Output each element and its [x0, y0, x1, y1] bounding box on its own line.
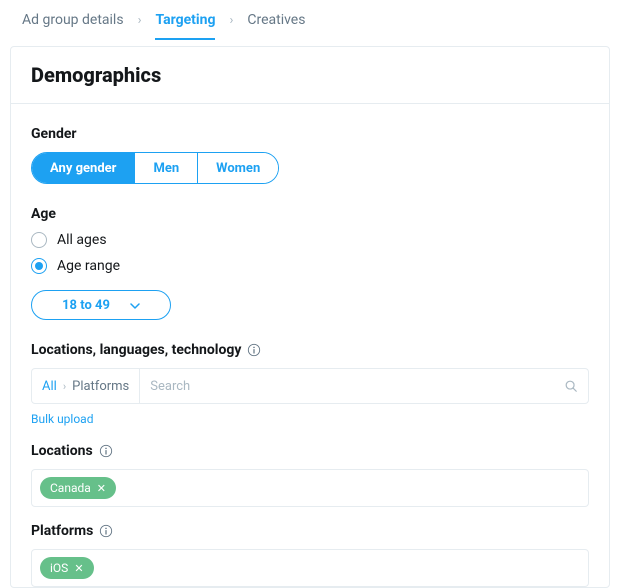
- chevron-down-icon: [130, 300, 140, 310]
- age-range-value: 18 to 49: [62, 298, 110, 313]
- platform-tag: iOS ✕: [40, 557, 94, 579]
- locations-label: Locations: [31, 443, 93, 459]
- llt-path[interactable]: All › Platforms: [32, 369, 140, 403]
- gender-option-any[interactable]: Any gender: [32, 153, 134, 183]
- age-option-all-ages[interactable]: All ages: [31, 232, 589, 248]
- platforms-label: Platforms: [31, 523, 93, 539]
- bulk-upload-link[interactable]: Bulk upload: [31, 412, 93, 426]
- radio-icon: [31, 258, 47, 274]
- llt-path-all: All: [42, 379, 57, 394]
- age-label: Age: [31, 206, 589, 222]
- gender-option-women[interactable]: Women: [197, 153, 278, 183]
- llt-path-platforms: Platforms: [72, 379, 129, 394]
- chevron-right-icon: ›: [63, 380, 66, 393]
- page-title: Demographics: [31, 63, 589, 87]
- radio-icon: [31, 232, 47, 248]
- gender-section: Gender Any gender Men Women: [31, 126, 589, 184]
- location-tag: Canada ✕: [40, 477, 116, 499]
- platforms-section: Platforms iOS ✕: [31, 523, 589, 587]
- llt-label: Locations, languages, technology: [31, 342, 241, 358]
- chevron-right-icon: ›: [138, 13, 142, 28]
- info-icon[interactable]: [99, 524, 113, 538]
- info-icon[interactable]: [99, 444, 113, 458]
- chevron-right-icon: ›: [229, 13, 233, 28]
- locations-field[interactable]: Canada ✕: [31, 469, 589, 507]
- demographics-panel: Demographics Gender Any gender Men Women…: [10, 46, 610, 588]
- radio-label: Age range: [57, 258, 120, 274]
- breadcrumb-item-ad-group-details[interactable]: Ad group details: [22, 12, 124, 28]
- gender-segmented-control: Any gender Men Women: [31, 152, 279, 184]
- tag-label: iOS: [50, 561, 68, 575]
- remove-tag-icon[interactable]: ✕: [97, 483, 106, 494]
- age-section: Age All ages Age range 18 to 49: [31, 206, 589, 320]
- breadcrumb-item-creatives[interactable]: Creatives: [247, 12, 305, 28]
- breadcrumb: Ad group details › Targeting › Creatives: [0, 0, 620, 40]
- age-option-age-range[interactable]: Age range: [31, 258, 589, 274]
- remove-tag-icon[interactable]: ✕: [74, 563, 83, 574]
- gender-label: Gender: [31, 126, 589, 142]
- llt-search-box: All › Platforms: [31, 368, 589, 404]
- llt-search-input[interactable]: [140, 369, 554, 403]
- locations-languages-technology-section: Locations, languages, technology All › P…: [31, 342, 589, 427]
- radio-label: All ages: [57, 232, 107, 248]
- locations-section: Locations Canada ✕: [31, 443, 589, 507]
- gender-option-men[interactable]: Men: [134, 153, 197, 183]
- platforms-field[interactable]: iOS ✕: [31, 549, 589, 587]
- search-icon[interactable]: [554, 379, 588, 393]
- info-icon[interactable]: [247, 343, 261, 357]
- tag-label: Canada: [50, 481, 91, 495]
- age-range-dropdown[interactable]: 18 to 49: [31, 290, 171, 320]
- breadcrumb-item-targeting[interactable]: Targeting: [155, 12, 215, 28]
